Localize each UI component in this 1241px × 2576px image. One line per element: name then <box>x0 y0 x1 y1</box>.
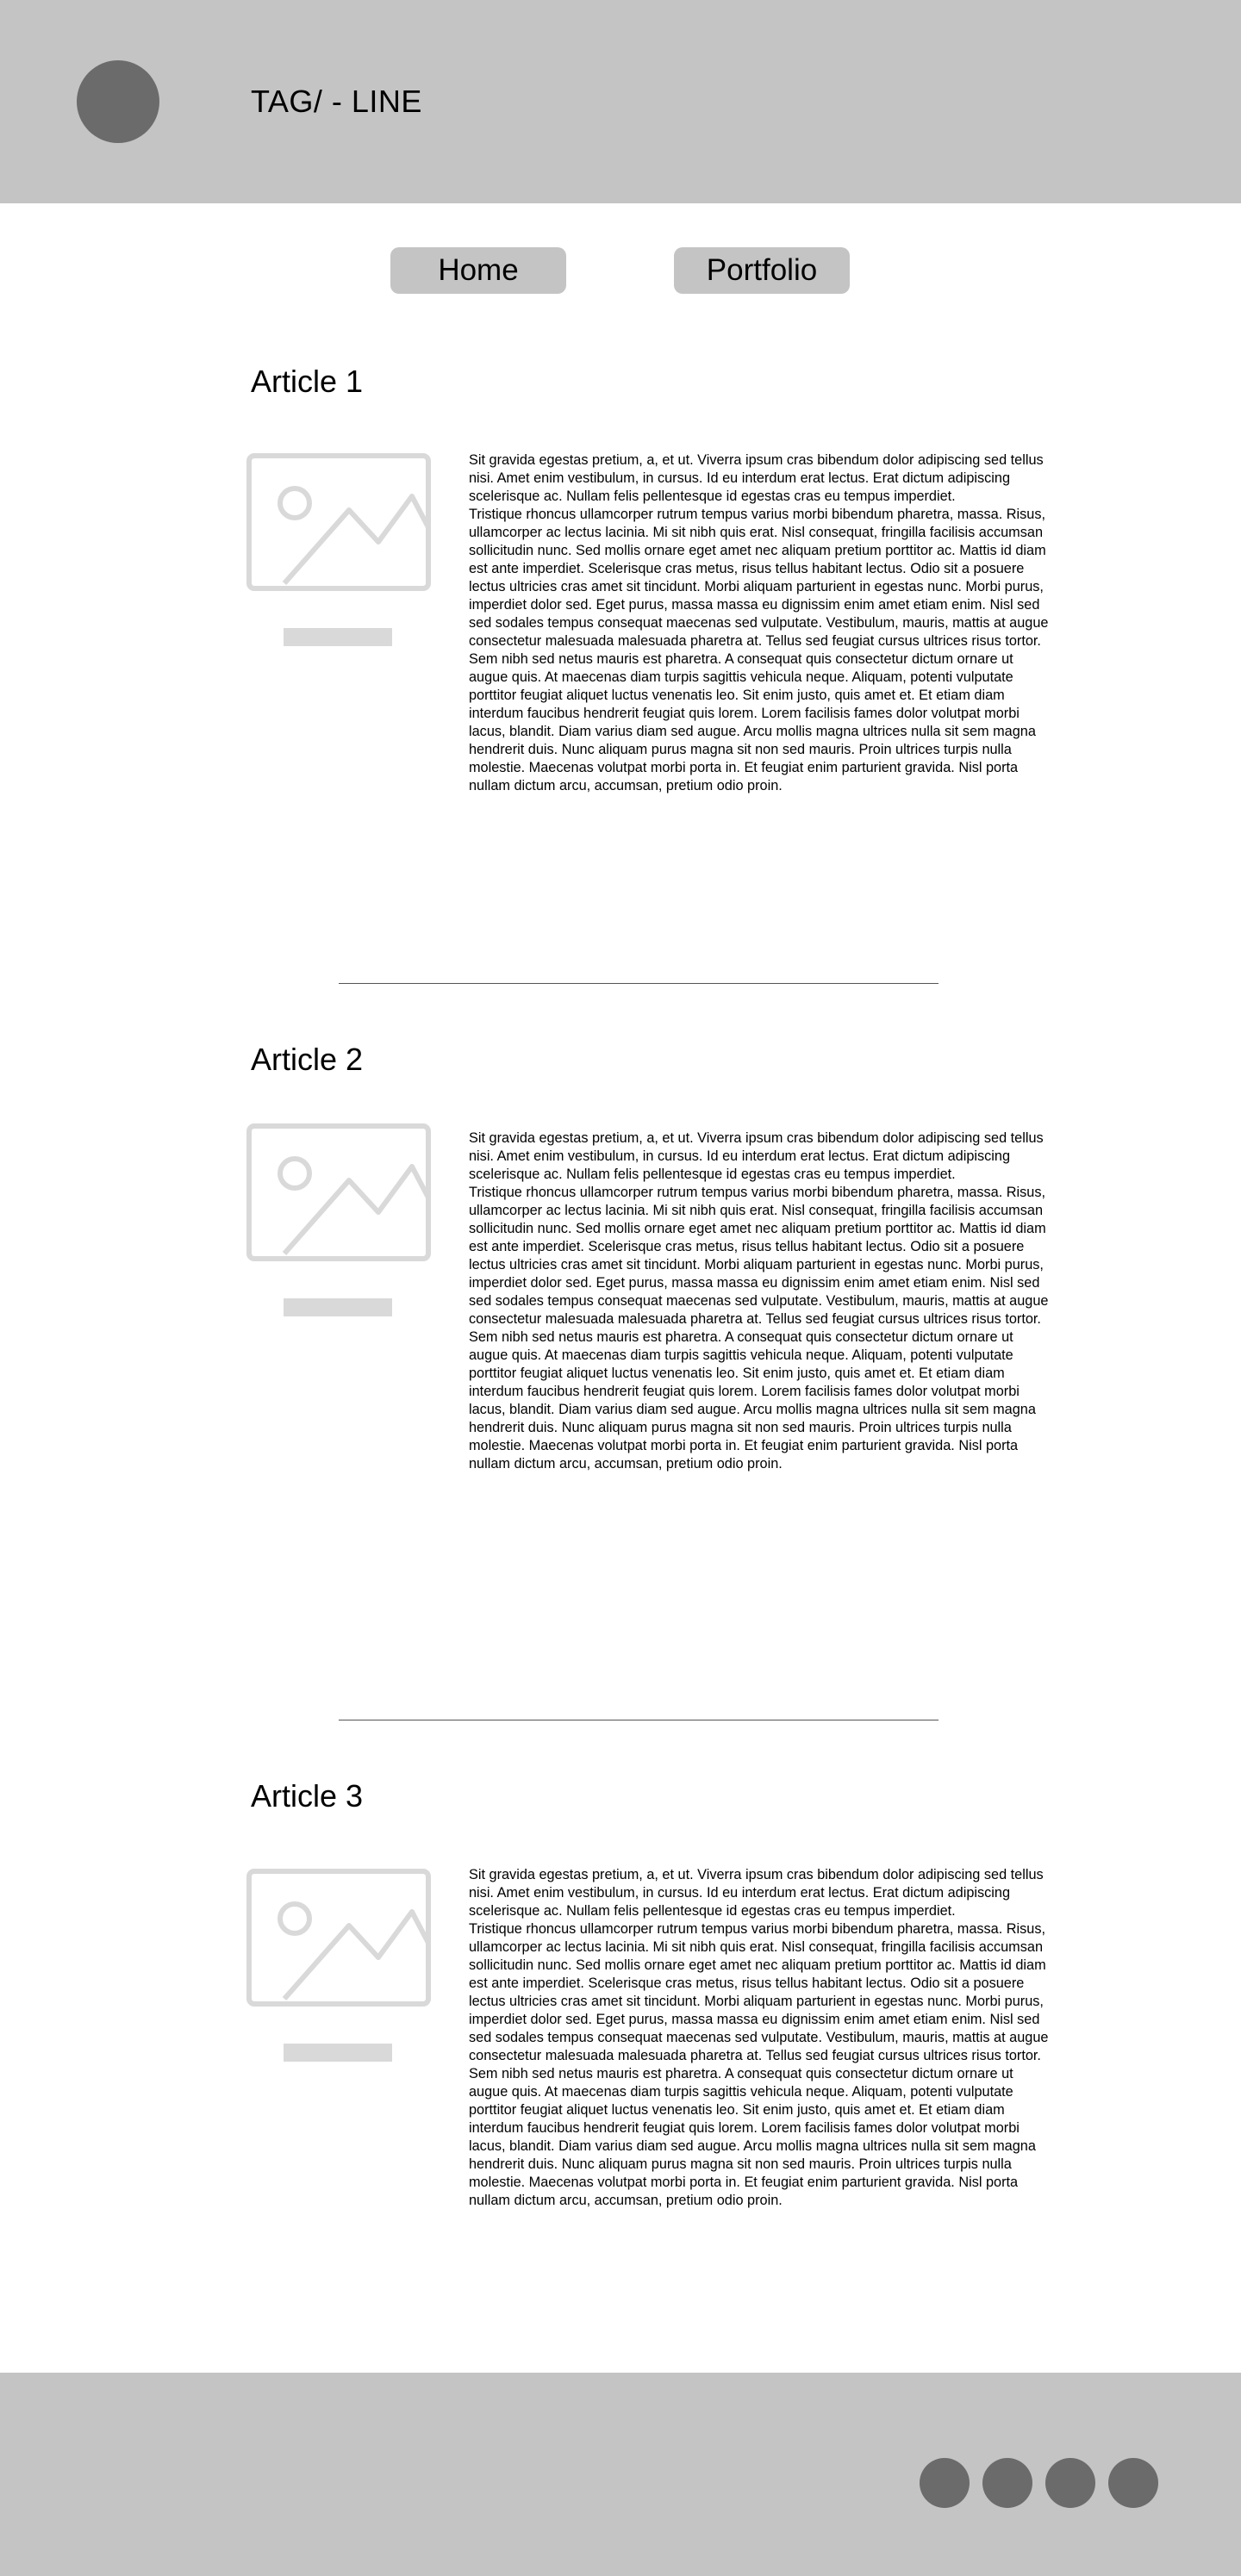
article-title: Article 1 <box>251 364 364 399</box>
article-paragraph: Sem nibh sed netus mauris est pharetra. … <box>469 2066 1036 2208</box>
article-body: Sit gravida egestas pretium, a, et ut. V… <box>469 1866 1051 2210</box>
image-placeholder-icon <box>246 453 431 591</box>
social-link-2-icon[interactable] <box>982 2458 1032 2508</box>
article-paragraph: Sem nibh sed netus mauris est pharetra. … <box>469 1329 1036 1472</box>
image-caption-placeholder <box>284 1298 392 1316</box>
nav-portfolio-button[interactable]: Portfolio <box>674 247 850 294</box>
article-body: Sit gravida egestas pretium, a, et ut. V… <box>469 1129 1051 1473</box>
image-placeholder-icon <box>246 1123 431 1261</box>
article-paragraph: Sit gravida egestas pretium, a, et ut. V… <box>469 1130 1044 1182</box>
article-paragraph: Tristique rhoncus ullamcorper rutrum tem… <box>469 507 1049 649</box>
article-body: Sit gravida egestas pretium, a, et ut. V… <box>469 451 1051 795</box>
image-caption-placeholder <box>284 2044 392 2062</box>
article-paragraph: Sit gravida egestas pretium, a, et ut. V… <box>469 1867 1044 1919</box>
social-link-3-icon[interactable] <box>1045 2458 1095 2508</box>
logo-circle-icon[interactable] <box>77 60 159 143</box>
image-caption-placeholder <box>284 628 392 646</box>
site-header: TAG/ - LINE <box>0 0 1241 203</box>
nav-home-button[interactable]: Home <box>390 247 566 294</box>
site-tagline: TAG/ - LINE <box>251 84 422 119</box>
article-paragraph: Sem nibh sed netus mauris est pharetra. … <box>469 651 1036 793</box>
article-paragraph: Tristique rhoncus ullamcorper rutrum tem… <box>469 1185 1049 1327</box>
article-paragraph: Sit gravida egestas pretium, a, et ut. V… <box>469 452 1044 504</box>
image-placeholder-icon <box>246 1869 431 2007</box>
article-paragraph: Tristique rhoncus ullamcorper rutrum tem… <box>469 1921 1049 2063</box>
section-divider <box>339 983 939 984</box>
article-title: Article 2 <box>251 1042 364 1077</box>
social-link-1-icon[interactable] <box>920 2458 970 2508</box>
article-title: Article 3 <box>251 1778 364 1814</box>
social-link-4-icon[interactable] <box>1108 2458 1158 2508</box>
